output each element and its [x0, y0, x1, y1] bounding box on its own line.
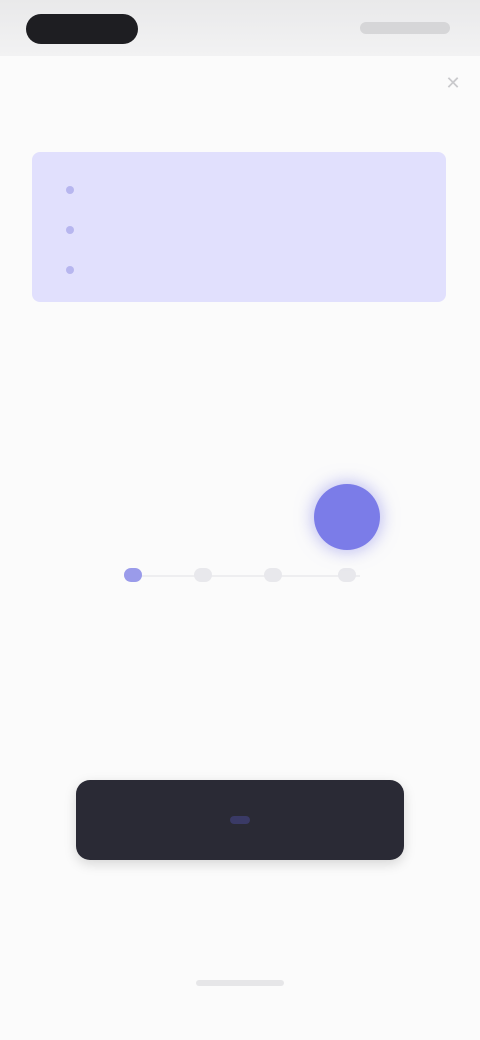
- selector-track: [130, 575, 360, 577]
- home-indicator: [196, 980, 284, 986]
- primary-action-button[interactable]: [76, 780, 404, 860]
- selector-step-3[interactable]: [264, 568, 282, 582]
- bullet-icon: [66, 186, 74, 194]
- status-time-pill: [26, 14, 138, 44]
- top-bar: ✕: [0, 60, 480, 140]
- info-card: [32, 152, 446, 302]
- selector-step-1[interactable]: [124, 568, 142, 582]
- selector-step-2[interactable]: [194, 568, 212, 582]
- primary-button-label: [230, 816, 250, 824]
- selector-knob[interactable]: [314, 484, 380, 550]
- selector-step-4[interactable]: [338, 568, 356, 582]
- close-icon[interactable]: ✕: [440, 70, 466, 96]
- bullet-icon: [66, 266, 74, 274]
- bullet-icon: [66, 226, 74, 234]
- status-bar: [0, 0, 480, 56]
- status-icons: [360, 22, 450, 34]
- level-selector[interactable]: [100, 480, 400, 600]
